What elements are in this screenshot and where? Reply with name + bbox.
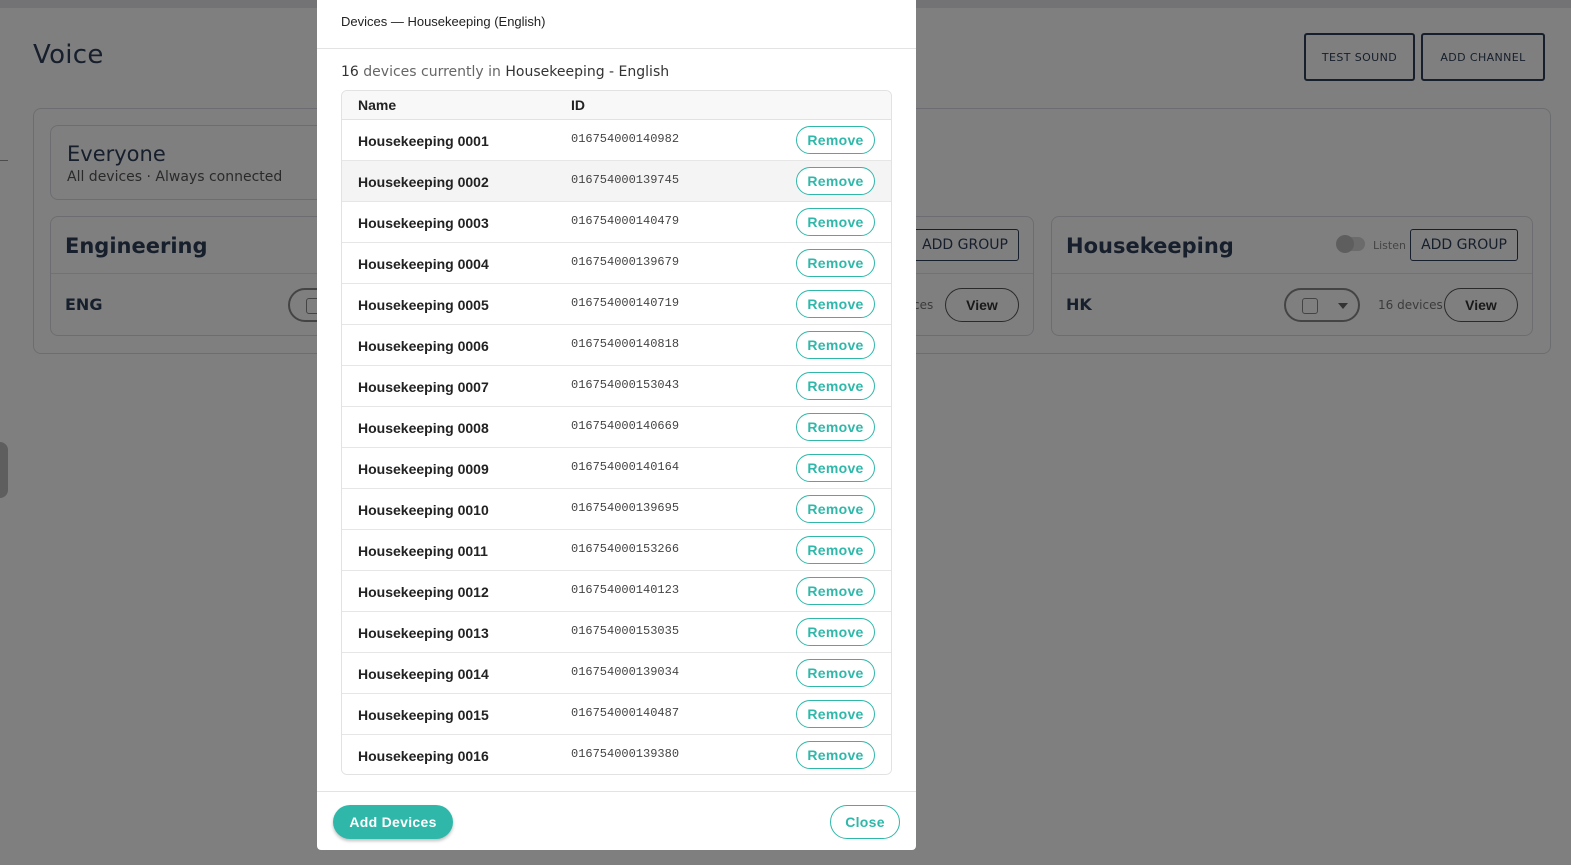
remove-button[interactable]: Remove	[796, 454, 875, 482]
device-id: 016754000139679	[571, 255, 680, 269]
device-id: 016754000139695	[571, 501, 680, 515]
device-id: 016754000140818	[571, 337, 680, 351]
table-row: Housekeeping 0007 016754000153043 Remove	[342, 366, 891, 407]
device-name: Housekeeping 0005	[358, 297, 489, 313]
table-row: Housekeeping 0004 016754000139679 Remove	[342, 243, 891, 284]
remove-button[interactable]: Remove	[796, 659, 875, 687]
device-name: Housekeeping 0009	[358, 461, 489, 477]
device-name: Housekeeping 0002	[358, 174, 489, 190]
device-name: Housekeeping 0016	[358, 748, 489, 764]
summary-group: Housekeeping - English	[505, 64, 670, 80]
modal-title: Devices — Housekeeping (English)	[341, 14, 546, 29]
table-row: Housekeeping 0015 016754000140487 Remove	[342, 694, 891, 735]
device-count: 16	[341, 64, 359, 80]
device-name: Housekeeping 0001	[358, 133, 489, 149]
device-name: Housekeeping 0015	[358, 707, 489, 723]
device-name: Housekeeping 0003	[358, 215, 489, 231]
column-header-id: ID	[571, 97, 585, 113]
remove-button[interactable]: Remove	[796, 618, 875, 646]
remove-button[interactable]: Remove	[796, 495, 875, 523]
remove-button[interactable]: Remove	[796, 167, 875, 195]
close-button[interactable]: Close	[830, 805, 900, 839]
device-name: Housekeeping 0010	[358, 502, 489, 518]
table-row: Housekeeping 0012 016754000140123 Remove	[342, 571, 891, 612]
device-name: Housekeeping 0012	[358, 584, 489, 600]
table-row: Housekeeping 0001 016754000140982 Remove	[342, 120, 891, 161]
device-name: Housekeeping 0004	[358, 256, 489, 272]
device-name: Housekeeping 0011	[358, 543, 488, 559]
device-summary: 16 devices currently in Housekeeping - E…	[341, 64, 669, 80]
table-body: Housekeeping 0001 016754000140982 Remove Ho…	[342, 120, 891, 774]
modal-header: Devices — Housekeeping (English)	[317, 0, 916, 49]
modal-footer: Add Devices Close	[317, 791, 916, 850]
table-row: Housekeeping 0013 016754000153035 Remove	[342, 612, 891, 653]
device-id: 016754000139745	[571, 173, 680, 187]
remove-button[interactable]: Remove	[796, 413, 875, 441]
remove-button[interactable]: Remove	[796, 700, 875, 728]
device-id: 016754000140164	[571, 460, 680, 474]
device-id: 016754000140982	[571, 132, 680, 146]
remove-button[interactable]: Remove	[796, 249, 875, 277]
device-id: 016754000153035	[571, 624, 680, 638]
device-id: 016754000140719	[571, 296, 680, 310]
device-id: 016754000139034	[571, 665, 680, 679]
table-row: Housekeeping 0002 016754000139745 Remove	[342, 161, 891, 202]
device-id: 016754000140479	[571, 214, 680, 228]
column-header-name: Name	[358, 97, 397, 113]
remove-button[interactable]: Remove	[796, 126, 875, 154]
device-id: 016754000153043	[571, 378, 680, 392]
remove-button[interactable]: Remove	[796, 577, 875, 605]
add-devices-button[interactable]: Add Devices	[333, 805, 453, 839]
device-id: 016754000140487	[571, 706, 680, 720]
remove-button[interactable]: Remove	[796, 741, 875, 769]
device-name: Housekeeping 0014	[358, 666, 489, 682]
remove-button[interactable]: Remove	[796, 208, 875, 236]
remove-button[interactable]: Remove	[796, 290, 875, 318]
devices-modal: Devices — Housekeeping (English) 16 devi…	[317, 0, 916, 850]
device-name: Housekeeping 0006	[358, 338, 489, 354]
remove-button[interactable]: Remove	[796, 372, 875, 400]
table-row: Housekeeping 0008 016754000140669 Remove	[342, 407, 891, 448]
table-row: Housekeeping 0011 016754000153266 Remove	[342, 530, 891, 571]
device-name: Housekeeping 0007	[358, 379, 489, 395]
table-row: Housekeeping 0010 016754000139695 Remove	[342, 489, 891, 530]
table-row: Housekeeping 0005 016754000140719 Remove	[342, 284, 891, 325]
table-row: Housekeeping 0014 016754000139034 Remove	[342, 653, 891, 694]
device-name: Housekeeping 0008	[358, 420, 489, 436]
table-row: Housekeeping 0006 016754000140818 Remove	[342, 325, 891, 366]
table-row: Housekeeping 0003 016754000140479 Remove	[342, 202, 891, 243]
remove-button[interactable]: Remove	[796, 536, 875, 564]
device-id: 016754000140669	[571, 419, 680, 433]
table-row: Housekeeping 0016 016754000139380 Remove	[342, 735, 891, 774]
devices-table: Name ID Housekeeping 0001 016754000140982…	[341, 90, 892, 775]
device-name: Housekeeping 0013	[358, 625, 489, 641]
device-id: 016754000139380	[571, 747, 680, 761]
device-id: 016754000153266	[571, 542, 680, 556]
table-row: Housekeeping 0009 016754000140164 Remove	[342, 448, 891, 489]
summary-text: devices currently in	[363, 64, 501, 80]
device-id: 016754000140123	[571, 583, 680, 597]
remove-button[interactable]: Remove	[796, 331, 875, 359]
table-header: Name ID	[342, 91, 891, 120]
